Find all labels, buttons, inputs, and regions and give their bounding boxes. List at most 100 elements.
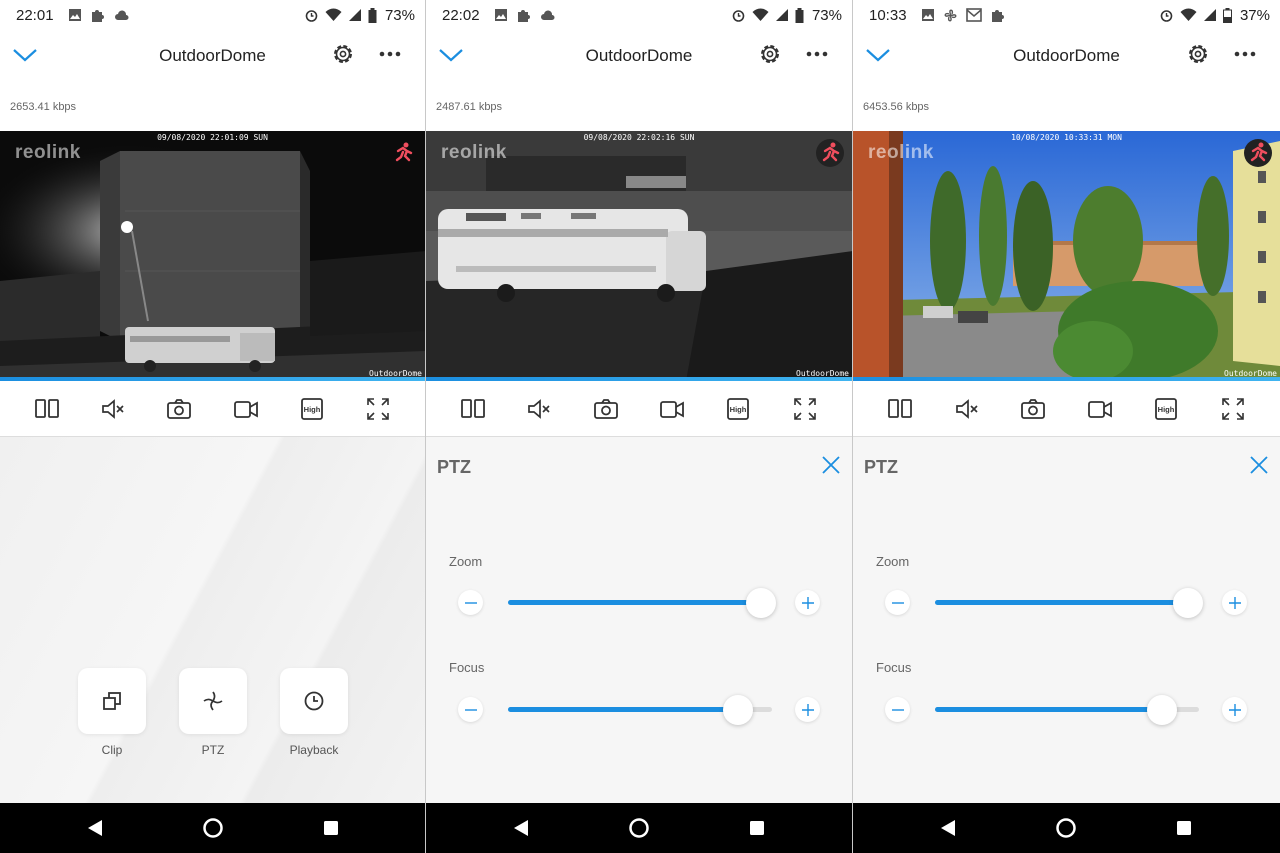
fullscreen-icon[interactable]: [1219, 395, 1247, 423]
focus-slider[interactable]: [935, 695, 1199, 725]
battery-icon: [1222, 7, 1232, 23]
live-video[interactable]: 09/08/2020 22:01:09 SUN reolink OutdoorD…: [0, 131, 425, 381]
zoom-out-button[interactable]: [458, 590, 483, 615]
playback-button[interactable]: [280, 668, 348, 734]
action-playback[interactable]: Playback: [280, 668, 348, 757]
puzzle-icon: [517, 10, 530, 22]
mute-icon[interactable]: [525, 395, 553, 423]
snapshot-icon[interactable]: [592, 395, 620, 423]
action-clip[interactable]: Clip: [78, 668, 146, 757]
video-timestamp: 09/08/2020 22:02:16 SUN: [583, 133, 695, 142]
clock-icon: [304, 691, 324, 711]
live-video[interactable]: 09/08/2020 22:02:16 SUN reolink OutdoorD…: [426, 131, 852, 381]
record-icon[interactable]: [232, 395, 260, 423]
action-ptz[interactable]: PTZ: [179, 668, 247, 757]
mute-icon[interactable]: [99, 395, 127, 423]
quality-toggle[interactable]: High: [724, 395, 752, 423]
battery-percent: 73%: [384, 6, 415, 24]
focus-label: Focus: [449, 660, 485, 675]
ptz-label: PTZ: [201, 743, 225, 757]
plus-icon: [1228, 703, 1241, 716]
zoom-slider[interactable]: [935, 588, 1204, 618]
status-time: 22:01: [16, 6, 54, 24]
live-toolbar: High: [426, 381, 852, 437]
back-icon[interactable]: [84, 817, 106, 839]
zoom-in-button[interactable]: [795, 590, 820, 615]
clip-label: Clip: [101, 743, 123, 757]
live-video[interactable]: 10/08/2020 10:33:31 MON reolink OutdoorD…: [853, 131, 1280, 381]
zoom-slider-knob[interactable]: [746, 588, 777, 618]
page-title: OutdoorDome: [159, 46, 266, 65]
fullscreen-icon[interactable]: [791, 395, 819, 423]
home-icon[interactable]: [628, 817, 650, 839]
back-icon[interactable]: [510, 817, 532, 839]
gear-icon[interactable]: [1186, 42, 1210, 66]
quality-toggle[interactable]: High: [298, 395, 326, 423]
alarm-icon: [732, 9, 745, 22]
snapshot-icon[interactable]: [1019, 395, 1047, 423]
mail-icon: [965, 8, 982, 22]
zoom-slider-knob[interactable]: [1173, 588, 1204, 618]
focus-plus-button[interactable]: [795, 697, 820, 722]
bitrate-readout: 2653.41 kbps: [10, 101, 77, 113]
recents-icon[interactable]: [1173, 817, 1195, 839]
ptz-icon: [203, 691, 223, 711]
more-options-icon[interactable]: [804, 42, 830, 66]
zoom-slider[interactable]: [508, 588, 777, 618]
split-view-icon[interactable]: [886, 395, 914, 423]
ptz-button[interactable]: [179, 668, 247, 734]
close-icon[interactable]: [1248, 454, 1270, 476]
night-zoom-scene: [426, 131, 852, 381]
split-view-icon[interactable]: [33, 395, 61, 423]
motion-alert-icon: [395, 142, 413, 162]
zoom-in-button[interactable]: [1222, 590, 1247, 615]
minus-icon: [891, 601, 904, 604]
puzzle-icon: [991, 10, 1004, 22]
signal-icon: [348, 9, 361, 21]
quality-badge-icon: High: [727, 397, 750, 420]
quick-actions-panel: Clip PTZ Playback: [0, 437, 425, 803]
focus-label: Focus: [876, 660, 912, 675]
puzzle-icon: [91, 10, 104, 22]
recents-icon[interactable]: [746, 817, 768, 839]
focus-slider-knob[interactable]: [1147, 695, 1178, 725]
battery-icon: [795, 7, 804, 23]
home-icon[interactable]: [202, 817, 224, 839]
focus-minus-button[interactable]: [458, 697, 483, 722]
zoom-out-button[interactable]: [885, 590, 910, 615]
wifi-icon: [1180, 8, 1197, 21]
home-icon[interactable]: [1055, 817, 1077, 839]
battery-icon: [368, 7, 377, 23]
signal-icon: [775, 9, 788, 21]
recents-icon[interactable]: [320, 817, 342, 839]
record-icon[interactable]: [1086, 395, 1114, 423]
signal-icon: [1203, 9, 1216, 21]
clip-button[interactable]: [78, 668, 146, 734]
close-icon[interactable]: [820, 454, 842, 476]
snapshot-icon[interactable]: [165, 395, 193, 423]
record-icon[interactable]: [658, 395, 686, 423]
wifi-icon: [325, 8, 342, 21]
battery-percent: 73%: [811, 6, 842, 24]
focus-minus-button[interactable]: [885, 697, 910, 722]
more-options-icon[interactable]: [1232, 42, 1258, 66]
focus-slider[interactable]: [508, 695, 772, 725]
more-options-icon[interactable]: [377, 42, 403, 66]
focus-slider-fill: [935, 707, 1163, 712]
clip-icon: [103, 692, 121, 710]
split-view-icon[interactable]: [459, 395, 487, 423]
focus-slider-knob[interactable]: [722, 695, 753, 725]
status-time: 10:33: [869, 6, 907, 24]
minus-icon: [464, 601, 477, 604]
quality-toggle[interactable]: High: [1152, 395, 1180, 423]
back-icon[interactable]: [937, 817, 959, 839]
zoom-slider-row: [853, 587, 1280, 618]
gear-icon[interactable]: [331, 42, 355, 66]
focus-plus-button[interactable]: [1222, 697, 1247, 722]
reolink-watermark: reolink: [868, 142, 934, 163]
gear-icon[interactable]: [758, 42, 782, 66]
alarm-icon: [1160, 9, 1173, 22]
mute-icon[interactable]: [953, 395, 981, 423]
status-bar: 10:33 37%: [853, 0, 1280, 30]
fullscreen-icon[interactable]: [364, 395, 392, 423]
